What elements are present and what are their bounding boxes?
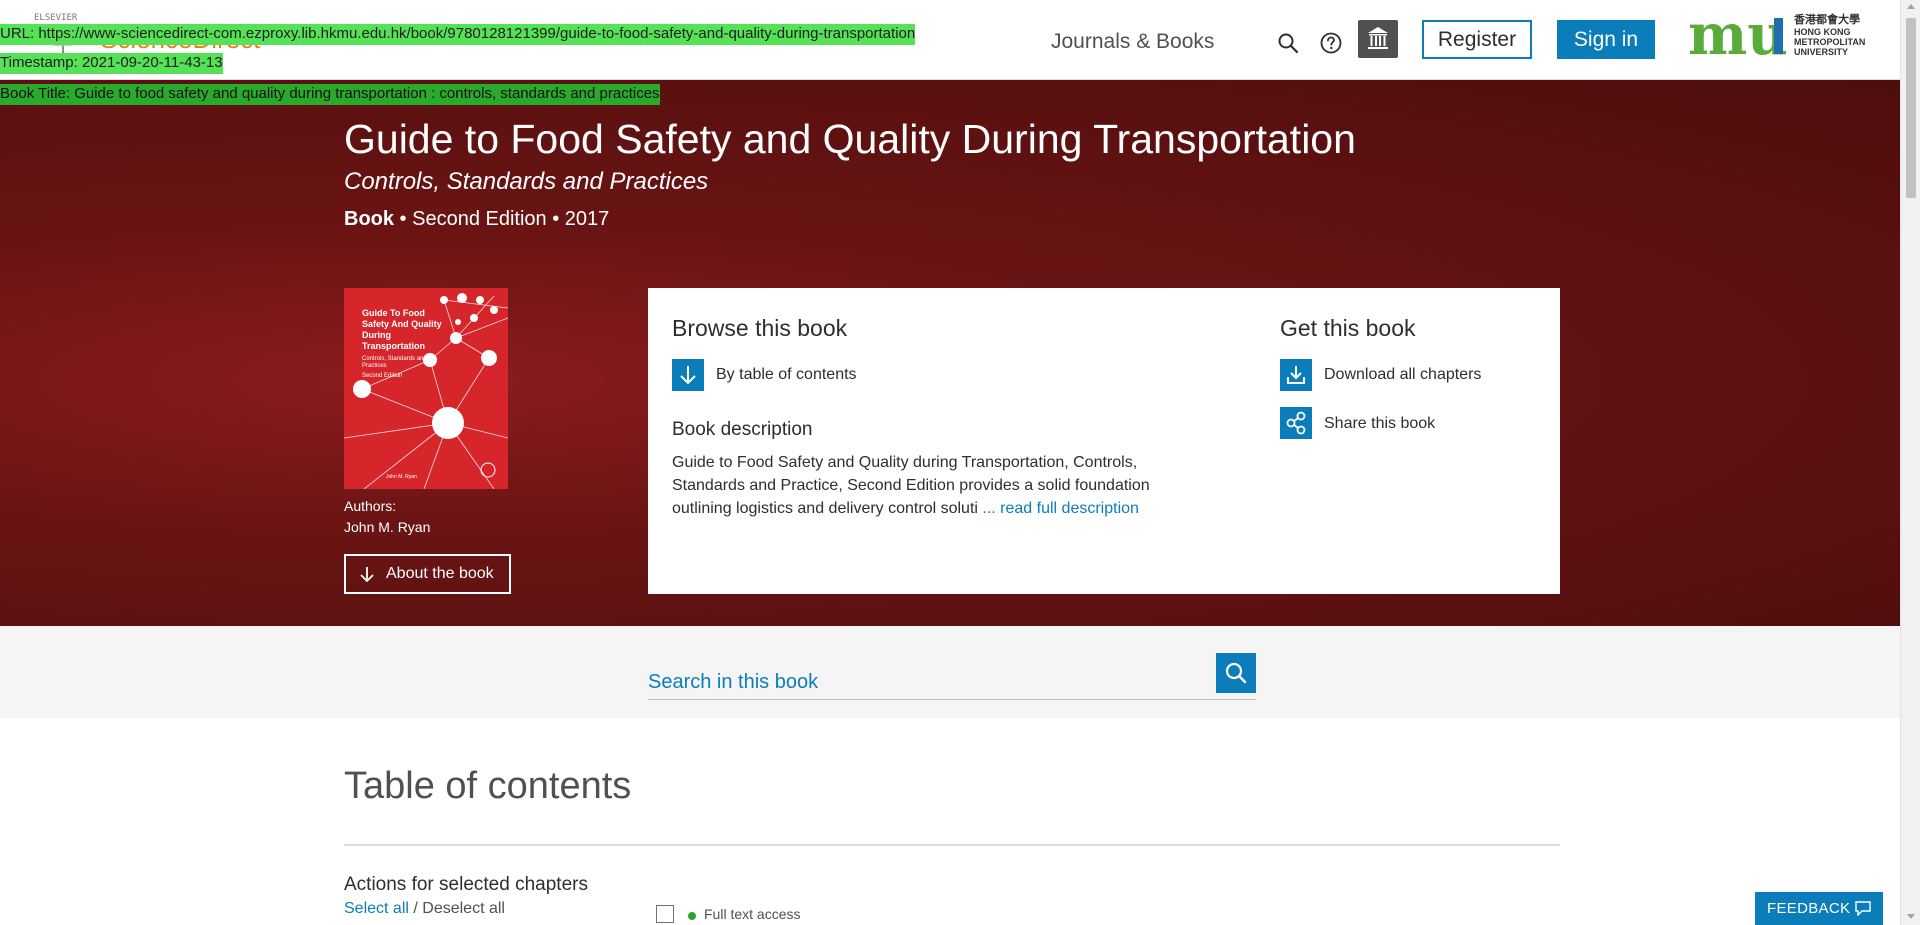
book-hero: Guide to Food Safety and Quality During … (0, 80, 1900, 626)
book-edition-year: • Second Edition • 2017 (394, 208, 610, 230)
page: ELSEVIER ScienceDirect Journals & Books (0, 0, 1920, 925)
url-overlay: URL: https://www-sciencedirect-com.ezpro… (0, 24, 916, 45)
full-text-access-label: Full text access (704, 906, 801, 922)
cover-author: John M. Ryan (386, 474, 417, 480)
book-type: Book (344, 208, 394, 230)
browse-heading: Browse this book (672, 315, 848, 341)
toc-divider (344, 844, 1560, 846)
deselect-all-link[interactable]: Deselect all (422, 900, 505, 917)
book-title: Guide to Food Safety and Quality During … (344, 116, 1356, 162)
book-cover[interactable]: Guide To Food Safety And Quality During … (344, 288, 508, 489)
full-text-access-dot-icon (688, 912, 696, 920)
book-description: Guide to Food Safety and Quality during … (672, 451, 1192, 520)
hkmu-logo: mu 香港都會大學 HONG KONG METROPOLITAN UNIVERS… (1688, 2, 1872, 68)
sign-in-button[interactable]: Sign in (1557, 20, 1655, 59)
actions-heading: Actions for selected chapters (344, 874, 588, 895)
arrow-down-icon (680, 366, 696, 385)
scroll-down-arrow-icon[interactable] (1907, 914, 1915, 919)
book-meta: Book • Second Edition • 2017 (344, 208, 609, 231)
authors-label: Authors: (344, 498, 397, 514)
search-in-book-button[interactable] (1216, 653, 1256, 693)
toc-link-icon-box[interactable] (672, 359, 704, 391)
download-all-chapters-link[interactable]: Download all chapters (1324, 366, 1481, 384)
select-all-link[interactable]: Select all (344, 900, 409, 917)
read-full-description-link[interactable]: ... read full description (982, 500, 1139, 517)
toc-title: Table of contents (344, 765, 632, 807)
download-icon (1287, 366, 1305, 384)
book-description-heading: Book description (672, 419, 813, 440)
page-scrollbar[interactable] (1900, 0, 1920, 925)
chapter-checkbox[interactable] (656, 905, 674, 923)
book-subtitle: Controls, Standards and Practices (344, 168, 709, 195)
hkmu-mu-mark: mu (1688, 2, 1788, 68)
select-controls: Select all / Deselect all (344, 900, 505, 918)
by-table-of-contents-link[interactable]: By table of contents (716, 366, 857, 384)
elsevier-tree-icon: ELSEVIER (34, 13, 78, 23)
scroll-up-arrow-icon[interactable] (1907, 4, 1915, 9)
timestamp-overlay: Timestamp: 2021-09-20-11-43-13 (0, 53, 223, 74)
search-in-book-input[interactable] (648, 662, 1256, 700)
scroll-thumb[interactable] (1906, 18, 1916, 198)
cover-subtitle: Controls, Standards and Practices Second… (362, 356, 427, 379)
search-in-book-band (0, 626, 1900, 718)
share-this-book-link[interactable]: Share this book (1324, 415, 1435, 433)
institution-button[interactable] (1358, 20, 1398, 58)
search-icon (1225, 662, 1247, 684)
browse-card: Browse this book By table of contents Bo… (648, 288, 1560, 594)
feedback-button[interactable]: FEEDBACK (1755, 892, 1883, 925)
feedback-label: FEEDBACK (1767, 900, 1851, 917)
about-the-book-label: About the book (386, 565, 494, 582)
cover-title: Guide To Food Safety And Quality During … (362, 308, 442, 351)
register-button[interactable]: Register (1422, 20, 1532, 59)
hkmu-letters: mu (1688, 12, 1788, 60)
arrow-down-icon (360, 567, 374, 583)
author-name[interactable]: John M. Ryan (344, 519, 430, 535)
select-separator: / (408, 900, 423, 917)
book-title-overlay: Book Title: Guide to food safety and qua… (0, 84, 660, 105)
help-icon[interactable] (1319, 31, 1343, 55)
share-icon (1286, 411, 1306, 435)
download-icon-box[interactable] (1280, 359, 1312, 391)
chat-bubble-icon (1855, 901, 1871, 916)
institution-icon (1368, 27, 1388, 49)
share-icon-box[interactable] (1280, 407, 1312, 439)
journals-books-link[interactable]: Journals & Books (1051, 30, 1214, 54)
hkmu-wordmark: 香港都會大學 HONG KONG METROPOLITAN UNIVERSITY (1794, 14, 1866, 57)
about-the-book-button[interactable]: About the book (344, 554, 511, 594)
get-book-heading: Get this book (1280, 315, 1416, 341)
search-icon[interactable] (1276, 31, 1300, 55)
